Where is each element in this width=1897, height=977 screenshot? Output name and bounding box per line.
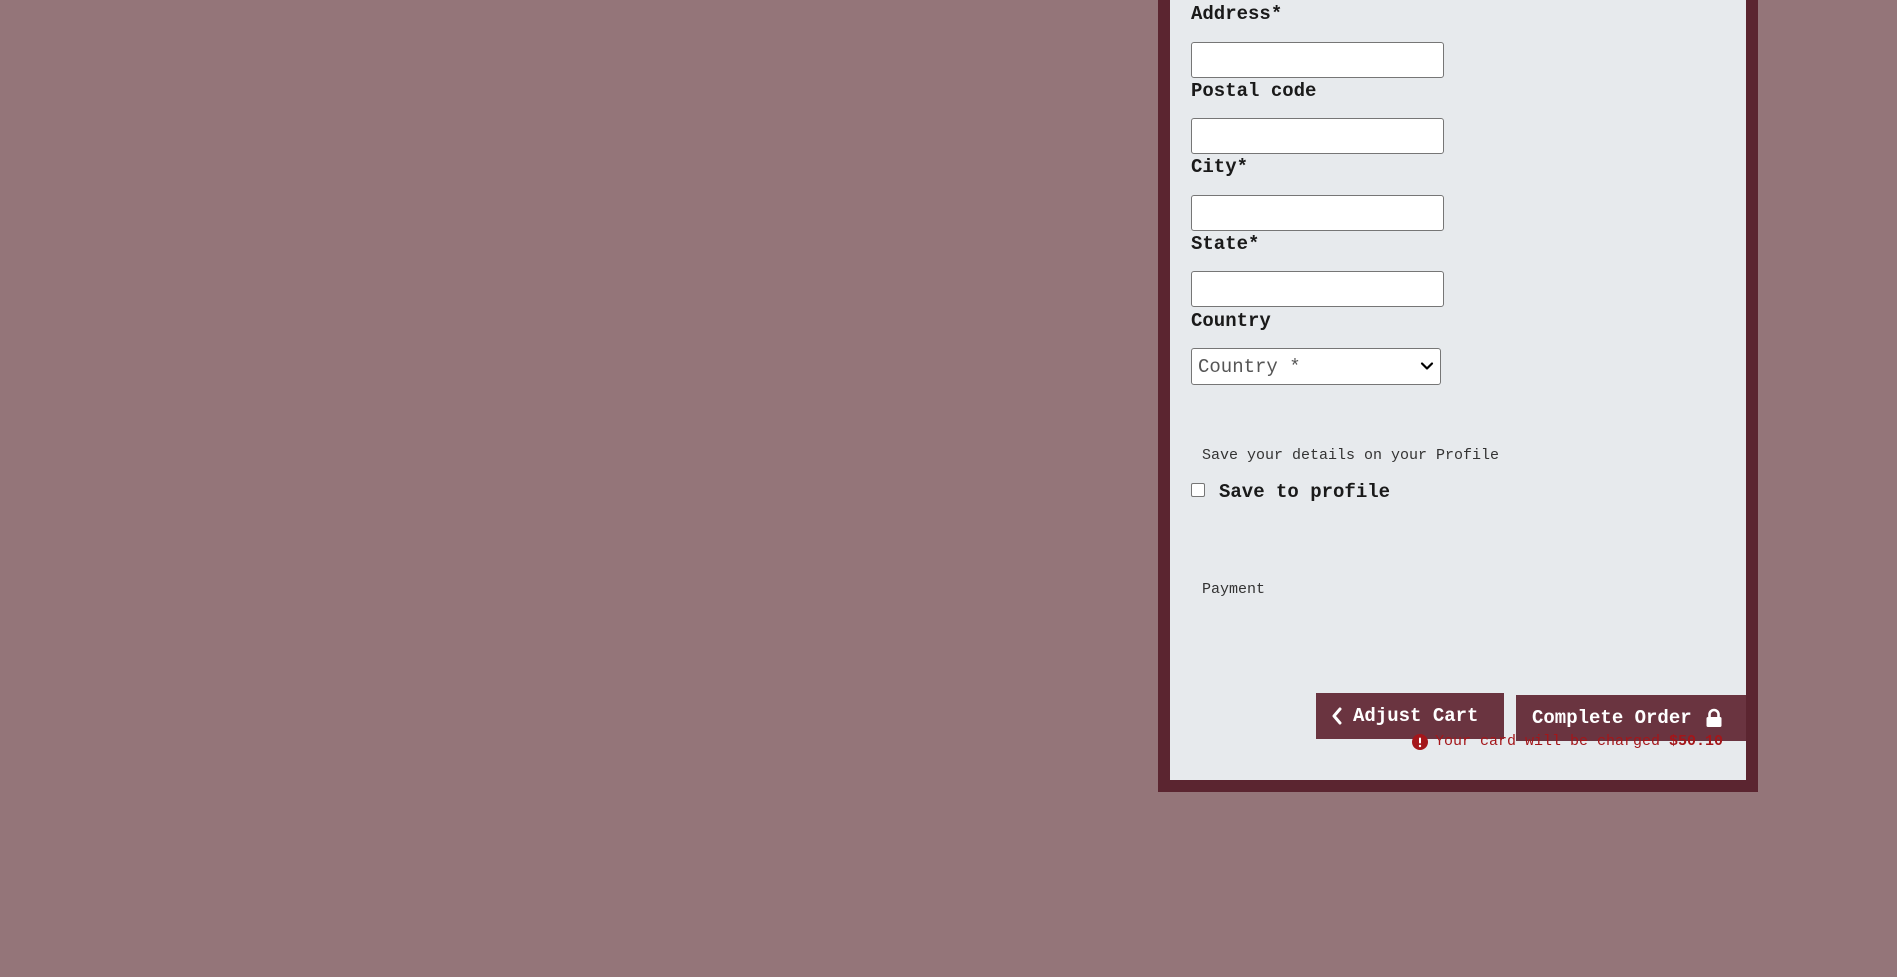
chevron-left-icon (1332, 707, 1342, 725)
city-input[interactable] (1191, 195, 1444, 231)
save-to-profile-checkbox[interactable] (1191, 483, 1205, 497)
postal-code-input[interactable] (1191, 118, 1444, 154)
adjust-cart-label: Adjust Cart (1353, 705, 1479, 727)
checkout-panel: Address* Postal code City* State* Countr… (1158, 0, 1758, 792)
exclamation-circle-icon (1412, 733, 1428, 750)
payment-heading: Payment (1202, 581, 1266, 598)
charge-amount: $50.10 (1669, 733, 1724, 750)
chevron-down-icon (1420, 362, 1434, 370)
address-label: Address* (1191, 3, 1283, 25)
lock-icon (1706, 708, 1722, 727)
state-input[interactable] (1191, 271, 1444, 307)
address-input[interactable] (1191, 42, 1444, 78)
checkout-form: Address* Postal code City* State* Countr… (1170, 0, 1746, 780)
city-label: City* (1191, 156, 1249, 178)
save-details-heading: Save your details on your Profile (1202, 447, 1500, 464)
country-label: Country (1191, 310, 1271, 332)
save-to-profile-label[interactable]: Save to profile (1219, 481, 1390, 503)
complete-order-label: Complete Order (1532, 707, 1692, 729)
charge-notice: Your card will be charged $50.10 (1412, 733, 1723, 750)
charge-notice-text: Your card will be charged (1435, 733, 1661, 750)
country-select[interactable]: Country * (1191, 348, 1441, 385)
country-select-value: Country * (1198, 356, 1301, 378)
state-label: State* (1191, 233, 1260, 255)
postal-code-label: Postal code (1191, 80, 1317, 102)
